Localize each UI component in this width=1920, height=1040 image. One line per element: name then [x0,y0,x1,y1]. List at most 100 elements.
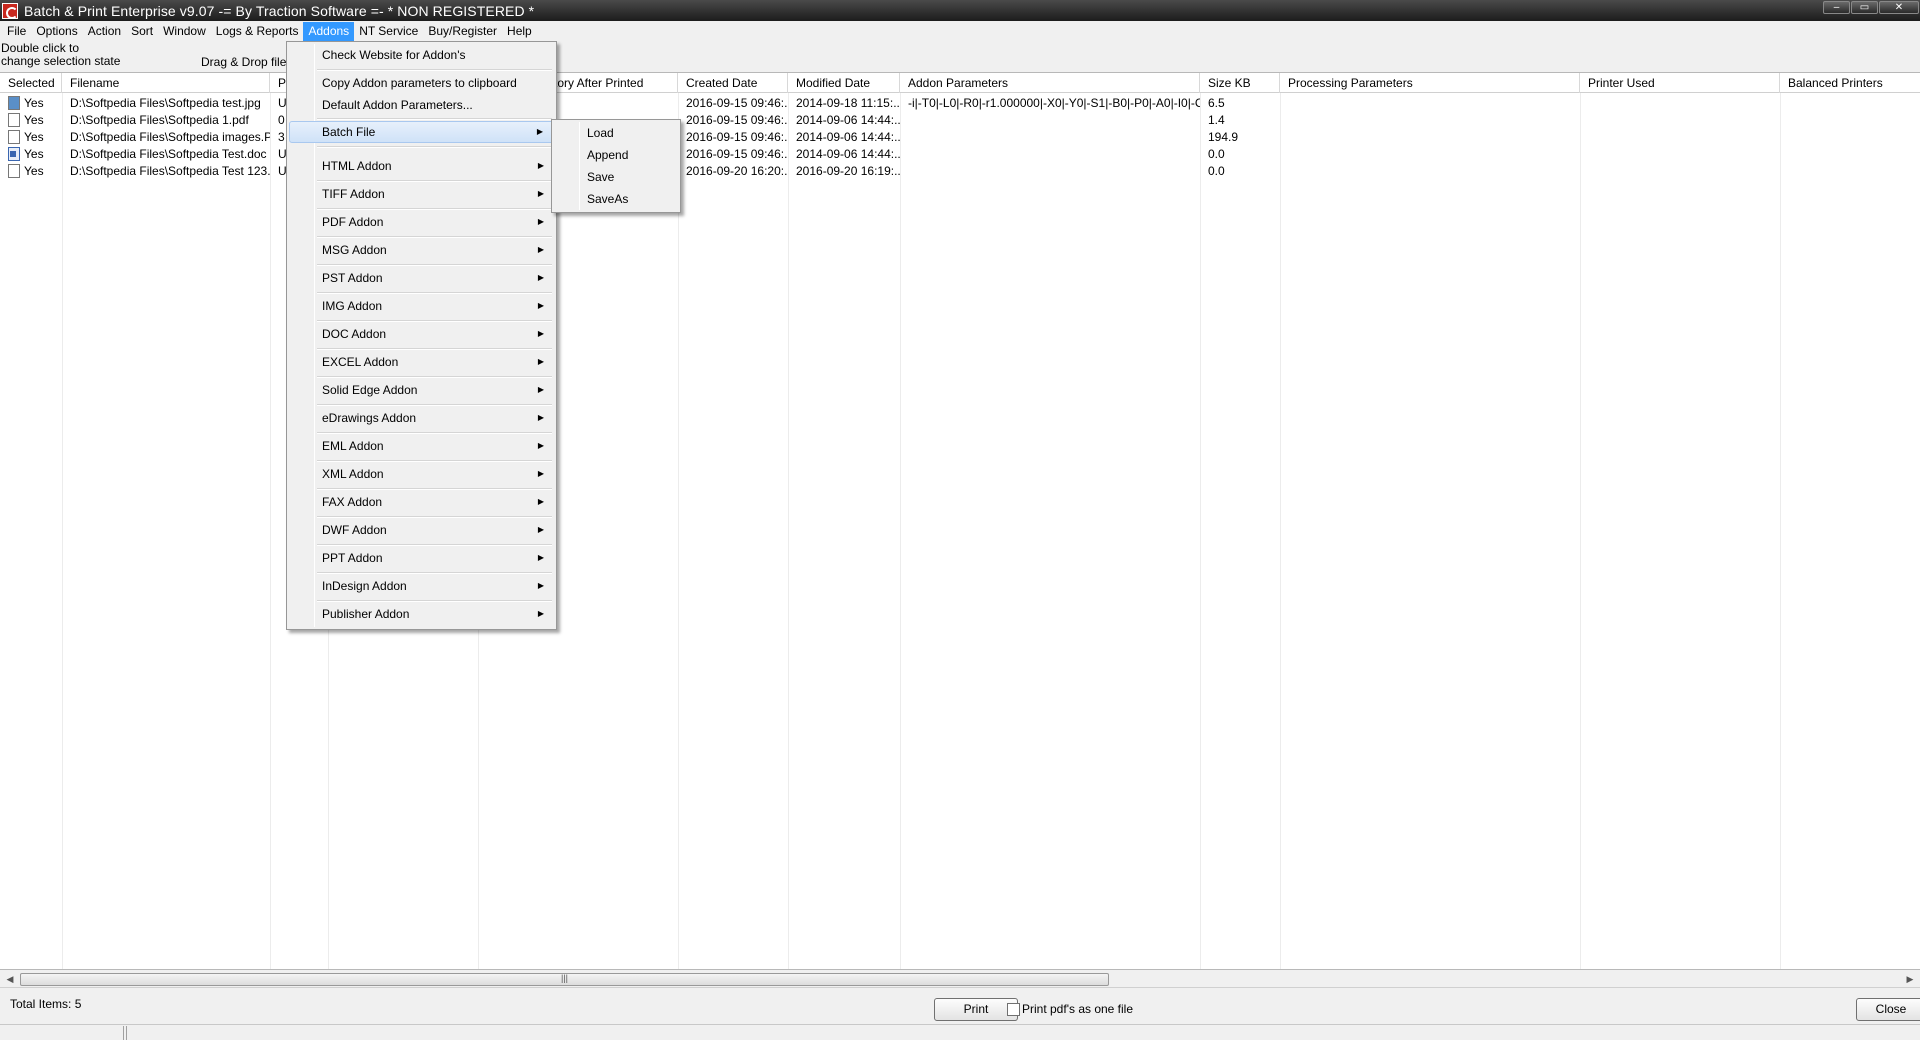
menu-item-solid-edge-addon[interactable]: Solid Edge Addon ▶ [289,379,554,401]
menu-item-html-addon[interactable]: HTML Addon ▶ [289,155,554,177]
submenu-arrow-icon: ▶ [537,385,544,394]
menu-sort[interactable]: Sort [126,22,158,41]
menu-file[interactable]: File [2,22,31,41]
column-header-size-kb[interactable]: Size KB [1200,73,1280,93]
menu-item-tiff-addon[interactable]: TIFF Addon ▶ [289,183,554,205]
menu-help[interactable]: Help [502,22,537,41]
close-button[interactable]: Close [1856,998,1920,1021]
status-bar [0,1024,1920,1040]
menu-item-excel-addon[interactable]: EXCEL Addon ▶ [289,351,554,373]
menu-item-label: Publisher Addon [322,607,410,621]
menu-item-pst-addon[interactable]: PST Addon ▶ [289,267,554,289]
menu-item-label: MSG Addon [322,243,387,257]
cell-size-kb: 6.5 [1208,96,1225,110]
column-header-created-date[interactable]: Created Date [678,73,788,93]
column-header-processing-parameters[interactable]: Processing Parameters [1280,73,1580,93]
menu-item-doc-addon[interactable]: DOC Addon ▶ [289,323,554,345]
submenu-item-load[interactable]: Load [554,122,678,144]
submenu-arrow-icon: ▶ [537,469,544,478]
cell-modified-date: 2014-09-06 14:44:... [796,113,900,127]
close-window-button[interactable]: ✕ [1879,1,1919,14]
horizontal-scrollbar[interactable]: ◀ ||| ▶ [0,971,1920,988]
submenu-arrow-icon: ▶ [537,217,544,226]
menu-action[interactable]: Action [83,22,126,41]
submenu-arrow-icon: ▶ [537,609,544,618]
menu-item-label: Solid Edge Addon [322,383,418,397]
column-header-filename[interactable]: Filename [62,73,270,93]
menu-item-label: PDF Addon [322,215,384,229]
cell-addon-parameters [900,163,1200,180]
submenu-arrow-icon: ▶ [537,357,544,366]
column-header-printer-used[interactable]: Printer Used [1580,73,1780,93]
submenu-arrow-icon: ▶ [537,441,544,450]
menu-bar: File Options Action Sort Window Logs & R… [0,21,1920,42]
cell-filename: D:\Softpedia Files\Softpedia Test.doc [70,147,267,161]
scroll-right-icon[interactable]: ▶ [1902,971,1918,988]
menu-item-img-addon[interactable]: IMG Addon ▶ [289,295,554,317]
menu-item-dwf-addon[interactable]: DWF Addon ▶ [289,519,554,541]
menu-options[interactable]: Options [31,22,82,41]
cell-selected[interactable]: Yes [0,146,62,163]
menu-nt-service[interactable]: NT Service [354,22,423,41]
cell-size-kb: 0.0 [1208,147,1225,161]
menu-item-label: Batch File [322,125,376,139]
submenu-item-append[interactable]: Append [554,144,678,166]
submenu-arrow-icon: ▶ [537,189,544,198]
selection-hint: Double click to change selection state [1,41,121,68]
window-title: Batch & Print Enterprise v9.07 -= By Tra… [24,2,535,19]
menu-item-ppt-addon[interactable]: PPT Addon ▶ [289,547,554,569]
batch-file-submenu: Load Append Save SaveAs [551,119,681,213]
app-icon[interactable] [2,2,18,19]
menu-item-default-addon-parameters[interactable]: Default Addon Parameters... [289,94,554,116]
submenu-item-saveas[interactable]: SaveAs [554,188,678,210]
minimize-button[interactable]: ‒ [1823,1,1850,14]
menu-separator [317,292,552,294]
column-header-balanced-printers[interactable]: Balanced Printers [1780,73,1920,93]
status-pane [126,1026,1920,1040]
menu-item-xml-addon[interactable]: XML Addon ▶ [289,463,554,485]
column-divider [678,93,679,969]
cell-selected[interactable]: Yes [0,163,62,180]
menu-separator [317,488,552,490]
cell-selected[interactable]: Yes [0,129,62,146]
cell-selected[interactable]: Yes [0,112,62,129]
cell-selected[interactable]: Yes [0,95,62,112]
menu-item-batch-file[interactable]: Batch File ▶ [289,121,554,143]
menu-addons[interactable]: Addons [303,22,355,41]
menu-item-label: PST Addon [322,271,383,285]
menu-item-msg-addon[interactable]: MSG Addon ▶ [289,239,554,261]
menu-item-edrawings-addon[interactable]: eDrawings Addon ▶ [289,407,554,429]
total-items-label: Total Items: 5 [10,997,82,1011]
maximize-button[interactable]: ▭ [1851,1,1878,14]
menu-logs-reports[interactable]: Logs & Reports [211,22,304,41]
menu-window[interactable]: Window [158,22,211,41]
print-pdfs-one-file-checkbox[interactable] [1007,1003,1020,1016]
submenu-item-save[interactable]: Save [554,166,678,188]
menu-item-copy-addon-parameters[interactable]: Copy Addon parameters to clipboard [289,72,554,94]
menu-item-label: DWF Addon [322,523,387,537]
cell-filename: D:\Softpedia Files\Softpedia 1.pdf [70,113,249,127]
menu-separator [317,544,552,546]
cell-modified-date: 2014-09-18 11:15:... [796,96,900,110]
cell-filename: D:\Softpedia Files\Softpedia test.jpg [70,96,261,110]
cell-created-date: 2016-09-15 09:46:... [686,113,788,127]
menu-item-label: XML Addon [322,467,384,481]
menu-item-check-website[interactable]: Check Website for Addon's [289,44,554,66]
print-pdfs-one-file-label[interactable]: Print pdf's as one file [1022,1002,1133,1016]
menu-item-label: Copy Addon parameters to clipboard [322,76,517,90]
scroll-left-icon[interactable]: ◀ [2,971,18,988]
menu-item-indesign-addon[interactable]: InDesign Addon ▶ [289,575,554,597]
column-header-addon-parameters[interactable]: Addon Parameters [900,73,1200,93]
menu-buy-register[interactable]: Buy/Register [423,22,502,41]
menu-item-eml-addon[interactable]: EML Addon ▶ [289,435,554,457]
column-header-selected[interactable]: Selected [0,73,62,93]
cell-addon-parameters [900,112,1200,129]
menu-item-fax-addon[interactable]: FAX Addon ▶ [289,491,554,513]
print-button[interactable]: Print [934,998,1018,1021]
menu-item-publisher-addon[interactable]: Publisher Addon ▶ [289,603,554,625]
scrollbar-thumb[interactable]: ||| [20,973,1109,986]
column-header-modified-date[interactable]: Modified Date [788,73,900,93]
menu-item-pdf-addon[interactable]: PDF Addon ▶ [289,211,554,233]
menu-item-label: FAX Addon [322,495,383,509]
menu-separator [317,146,552,148]
